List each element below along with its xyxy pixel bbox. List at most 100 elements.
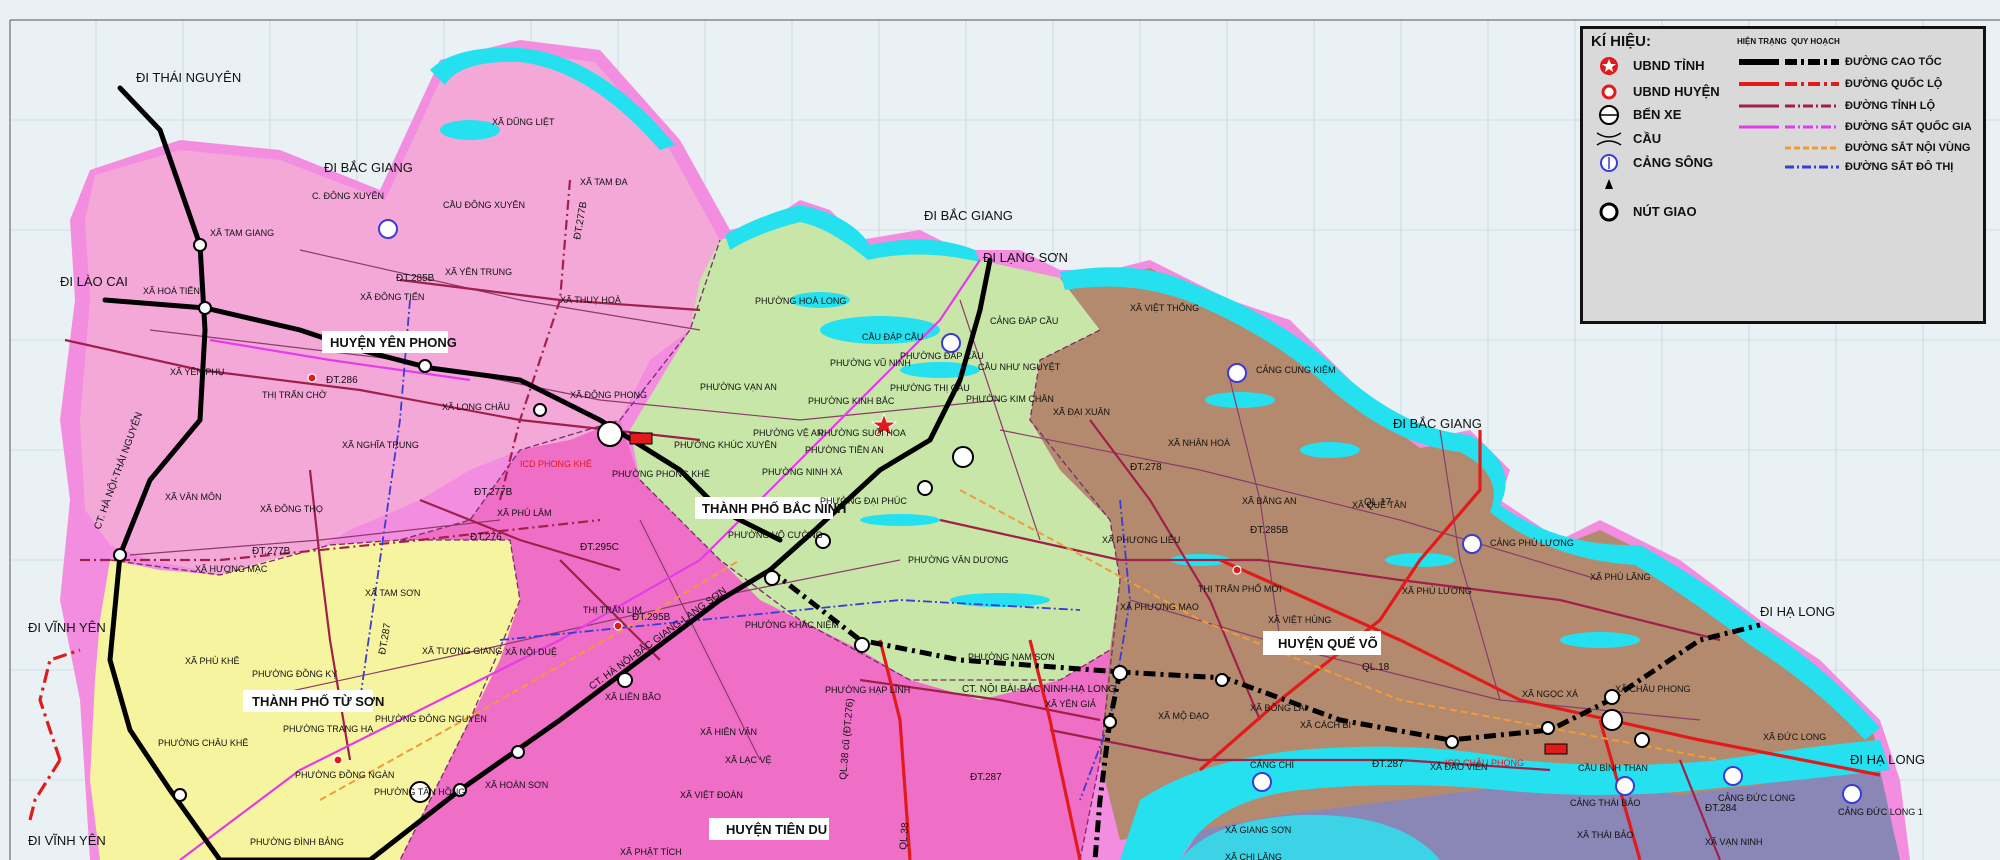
- place-label: PHƯỜNG ĐÌNH BẢNG: [250, 836, 344, 847]
- legend-item-cau: CẦU: [1633, 131, 1662, 146]
- place-label: XÃ PHÙ KHÊ: [185, 656, 240, 666]
- place-label: XÃ NGHĨA TRUNG: [342, 440, 419, 450]
- legend-col-planned: QUY HOẠCH: [1791, 37, 1840, 46]
- legend-line-cao-toc: ĐƯỜNG CAO TỐC: [1845, 56, 1942, 68]
- road-label: ĐT.285B: [1250, 525, 1289, 536]
- direction-label: ĐI HẠ LONG: [1760, 604, 1835, 619]
- place-label: THỊ TRẤN CHỜ: [262, 390, 327, 400]
- place-label: XÃ PHÚ LÂM: [497, 508, 552, 518]
- port-label: CẢNG ĐÁP CẦU: [990, 315, 1058, 326]
- place-label: XÃ HOÀN SƠN: [485, 780, 548, 790]
- place-label: THỊ TRẤN LIM: [583, 605, 642, 615]
- direction-label: ĐI LÀO CAI: [60, 274, 128, 289]
- place-label: XÃ LẠC VỆ: [725, 755, 772, 765]
- place-label: PHƯỜNG HẠP LĨNH: [825, 685, 910, 695]
- place-label: XÃ THÁI BẢO: [1577, 829, 1633, 840]
- place-label: XÃ ĐÔNG PHONG: [570, 390, 647, 400]
- legend-item-ubnd-tinh: UBND TỈNH: [1633, 58, 1705, 73]
- place-label: XÃ ĐỨC LONG: [1763, 732, 1826, 742]
- port-label: CẦU ĐÔNG XUYÊN: [443, 200, 525, 210]
- road-label: ĐT.277B: [252, 546, 291, 557]
- place-label: PHƯỜNG PHONG KHÊ: [612, 469, 710, 479]
- place-label: XÃ NHÂN HOÀ: [1168, 438, 1230, 448]
- place-label: XÃ DŨNG LIỆT: [492, 117, 555, 127]
- place-label: XÃ CHI LĂNG: [1225, 852, 1282, 860]
- place-label: XÃ BẰNG AN: [1242, 496, 1297, 506]
- legend-line-quoc-lo: ĐƯỜNG QUỐC LỘ: [1845, 78, 1943, 90]
- place-label: PHƯỜNG TIỀN AN: [805, 445, 884, 455]
- place-label: XÃ HOÀ TIẾN: [143, 286, 200, 296]
- place-label: XÃ HIÊN VÂN: [700, 727, 757, 737]
- port-label: CẢNG CHÌ: [1250, 759, 1294, 770]
- direction-label: ĐI LẠNG SƠN: [983, 250, 1068, 265]
- place-label: PHƯỜNG ĐÁP CẦU: [900, 351, 984, 361]
- place-label: XÃ YÊN GIẢ: [1045, 698, 1096, 709]
- place-label: PHƯỜNG VÂN DƯƠNG: [908, 555, 1008, 565]
- region-label-tien-du: HUYỆN TIÊN DU: [726, 822, 827, 837]
- place-label: XÃ CÁCH BI: [1300, 720, 1351, 730]
- road-label: ĐT.285B: [396, 273, 435, 284]
- road-label: ĐT.287: [970, 772, 1002, 783]
- place-label: XÃ PHÙ LƯƠNG: [1402, 586, 1472, 596]
- place-label: XÃ YÊN PHỤ: [170, 367, 224, 377]
- port-label: CẢNG THÁI BẢO: [1570, 797, 1640, 808]
- place-label: XÃ PHƯỢNG MAO: [1120, 602, 1199, 612]
- place-label: XÃ PHƯƠNG LIỄU: [1102, 534, 1180, 545]
- place-label: PHƯỜNG NINH XÁ: [762, 467, 842, 477]
- place-label: PHƯỜNG VÕ CƯỜNG: [728, 530, 823, 540]
- place-label: PHƯỜNG THỊ CẦU: [890, 383, 970, 393]
- place-label: PHƯỜNG VẠN AN: [700, 382, 777, 392]
- port-label: ICD PHONG KHÊ: [520, 459, 592, 469]
- direction-label: ĐI BẮC GIANG: [1393, 416, 1482, 431]
- junction-icon: [1599, 202, 1619, 222]
- place-label: PHƯỜNG SUỐI HOA: [818, 427, 906, 438]
- pin-icon: [1605, 179, 1613, 189]
- line-symbols: [1739, 59, 1839, 169]
- place-label: XÃ TAM GIANG: [210, 228, 274, 238]
- place-label: PHƯỜNG TÂN HỒNG: [374, 786, 465, 797]
- port-label: CẢNG ĐỨC LONG 1: [1838, 806, 1923, 817]
- district-center-icon: [1601, 84, 1617, 100]
- place-label: PHƯỜNG KINH BẮC: [808, 396, 895, 406]
- legend-line-sat-noi-vung: ĐƯỜNG SẮT NỘI VÙNG: [1845, 142, 1971, 154]
- map-legend: KÍ HIỆU: HIỆN TRẠNG QUY HOẠCH UBND TỈNH …: [1580, 26, 1986, 324]
- place-label: PHƯỜNG ĐỒNG NGÀN: [295, 769, 394, 780]
- place-label: XÃ ĐÔNG THỌ: [260, 504, 323, 514]
- place-label: XÃ LONG CHÂU: [442, 402, 510, 412]
- bridge-icon: [1596, 132, 1622, 146]
- road-label: ĐT.276: [470, 532, 502, 543]
- direction-label: ĐI BẮC GIANG: [324, 160, 413, 175]
- place-label: XÃ THUỴ HOÀ: [560, 295, 621, 305]
- place-label: XÃ TƯƠNG GIANG: [422, 646, 502, 656]
- place-label: XÃ MỘ ĐẠO: [1158, 711, 1209, 721]
- port-label: CẢNG ĐỨC LONG: [1718, 792, 1795, 803]
- place-label: XÃ BỒNG LAI: [1250, 702, 1307, 713]
- place-label: XÃ NỘI DUỆ: [505, 647, 557, 657]
- place-label: XÃ TAM SƠN: [365, 588, 420, 598]
- place-label: PHƯỜNG KHÚC XUYÊN: [674, 440, 777, 450]
- legend-item-ben-xe: BẾN XE: [1633, 107, 1682, 122]
- place-label: PHƯỜNG TRANG HẠ: [283, 724, 373, 734]
- port-label: CẦU NHƯ NGUYỆT: [978, 362, 1061, 372]
- road-label: ĐT.284: [1705, 803, 1737, 814]
- place-label: PHƯỜNG ĐỒNG KỴ: [252, 668, 337, 679]
- place-label: PHƯỜNG KIM CHÂN: [966, 394, 1054, 404]
- region-label-que-vo: HUYỆN QUẾ VÕ: [1278, 636, 1378, 651]
- place-label: PHƯỜNG VŨ NINH: [830, 358, 911, 368]
- legend-line-sat-do-thi: ĐƯỜNG SẮT ĐÔ THỊ: [1845, 161, 1954, 173]
- place-label: XÃ VẠN NINH: [1705, 837, 1763, 847]
- legend-title: KÍ HIỆU:: [1591, 33, 1651, 50]
- direction-label: ĐI HẠ LONG: [1850, 752, 1925, 767]
- place-label: XÃ GIANG SƠN: [1225, 825, 1291, 835]
- road-label: ĐT.295C: [580, 542, 619, 553]
- place-label: XÃ VĂN MÔN: [165, 492, 222, 502]
- place-label: XÃ ĐÀO VIÊN: [1430, 762, 1488, 772]
- direction-label: ĐI VĨNH YÊN: [28, 833, 106, 848]
- place-label: XÃ CHÂU PHONG: [1615, 684, 1691, 694]
- legend-item-cang-song: CẢNG SÔNG: [1633, 155, 1714, 170]
- road-label: QL.18: [1362, 662, 1390, 673]
- place-label: XÃ ĐẠI XUÂN: [1053, 407, 1110, 417]
- place-label: XÃ VIỆT THỐNG: [1130, 302, 1199, 313]
- region-label-tu-son: THÀNH PHỐ TỪ SƠN: [252, 694, 384, 709]
- place-label: PHƯỜNG NAM SƠN: [968, 652, 1055, 662]
